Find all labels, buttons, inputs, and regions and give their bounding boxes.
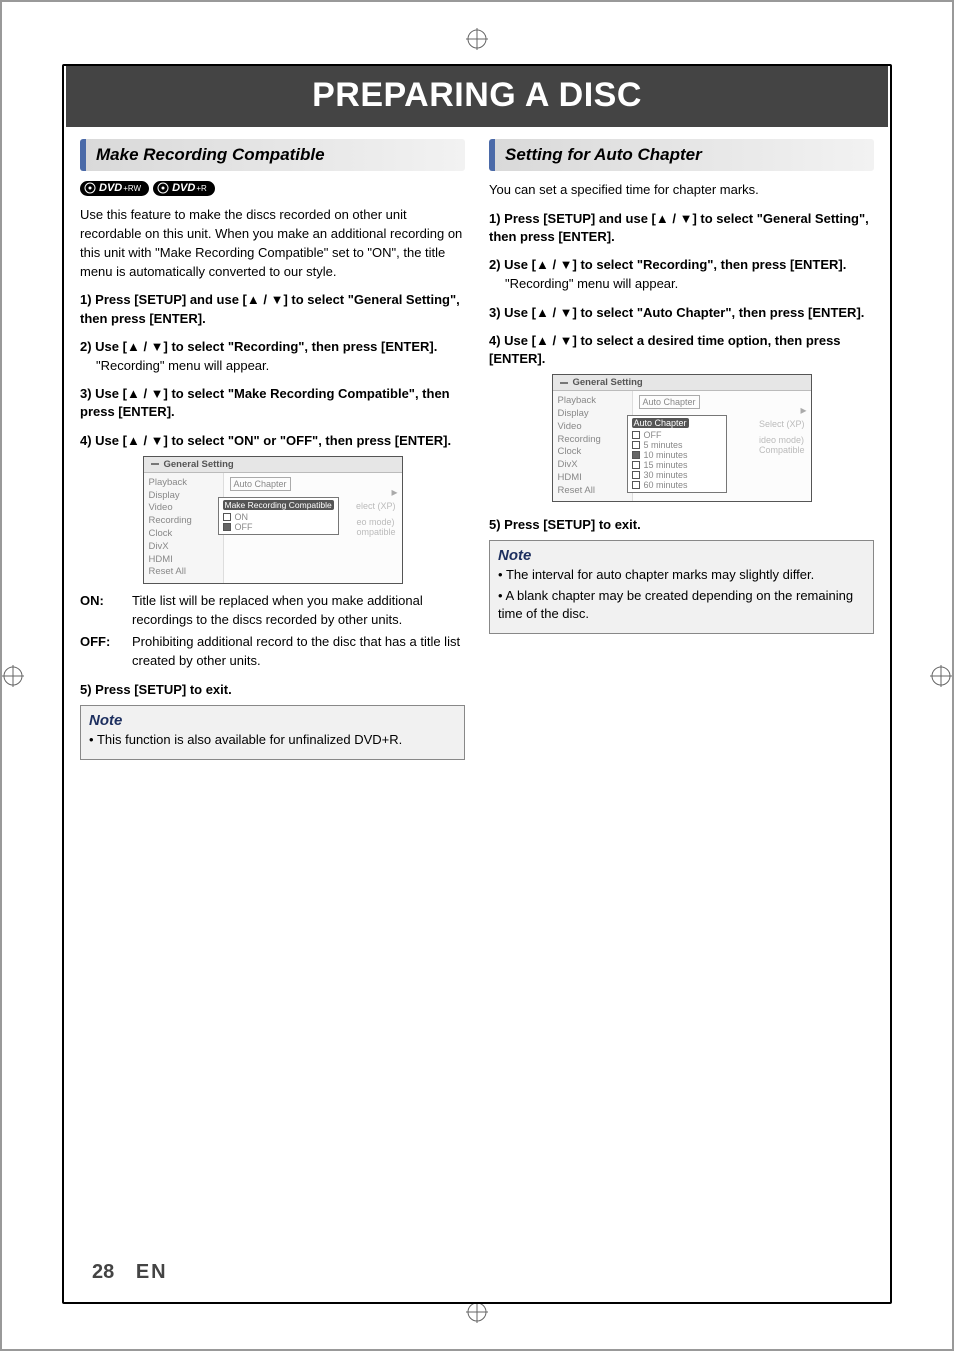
menu-left-list: Playback Display Video Recording Clock D… bbox=[144, 473, 224, 583]
disc-icon bbox=[157, 182, 169, 194]
menu-title-text: General Setting bbox=[573, 377, 643, 388]
heading-auto-chapter: Setting for Auto Chapter bbox=[489, 139, 874, 171]
badge-dvd-r: DVD+R bbox=[153, 181, 215, 196]
note-title: Note bbox=[498, 547, 865, 564]
step-1: 1) Press [SETUP] and use [▲ / ▼] to sele… bbox=[489, 210, 874, 246]
step-1: 1) Press [SETUP] and use [▲ / ▼] to sele… bbox=[80, 291, 465, 327]
step-2: 2) Use [▲ / ▼] to select "Recording", th… bbox=[80, 338, 465, 356]
step-3: 3) Use [▲ / ▼] to select "Make Recording… bbox=[80, 385, 465, 421]
page-lang: EN bbox=[136, 1261, 168, 1283]
ghost-text: elect (XP) bbox=[356, 501, 396, 511]
option-off: OFF bbox=[632, 430, 722, 440]
menu-item: Display bbox=[149, 490, 218, 503]
menu-item: HDMI bbox=[149, 554, 218, 567]
menu-screenshot-left: General Setting Playback Display Video R… bbox=[143, 456, 403, 584]
crop-mark-top bbox=[466, 28, 488, 50]
definition-list: ON: Title list will be replaced when you… bbox=[80, 592, 465, 671]
option-15: 15 minutes bbox=[632, 460, 722, 470]
ghost-text: Select (XP) bbox=[759, 419, 805, 429]
menu-item: DivX bbox=[149, 541, 218, 554]
menu-right-label: Auto Chapter bbox=[230, 477, 291, 491]
menu-item: Clock bbox=[558, 446, 627, 459]
menu-right-label: Auto Chapter bbox=[639, 395, 700, 409]
menu-screenshot-right: General Setting Playback Display Video R… bbox=[552, 374, 812, 502]
menu-title-text: General Setting bbox=[164, 459, 234, 470]
menu-item: Recording bbox=[558, 434, 627, 447]
menu-item: Display bbox=[558, 408, 627, 421]
wrench-icon bbox=[150, 459, 160, 469]
step-2: 2) Use [▲ / ▼] to select "Recording", th… bbox=[489, 256, 874, 274]
disc-icon bbox=[84, 182, 96, 194]
note-title: Note bbox=[89, 712, 456, 729]
step-2-sub: "Recording" menu will appear. bbox=[505, 275, 874, 293]
option-30: 30 minutes bbox=[632, 470, 722, 480]
step-4: 4) Use [▲ / ▼] to select "ON" or "OFF", … bbox=[80, 432, 465, 450]
popup-title: Make Recording Compatible bbox=[223, 500, 334, 510]
step-5: 5) Press [SETUP] to exit. bbox=[80, 681, 465, 699]
menu-item: Reset All bbox=[558, 485, 627, 498]
intro-text: Use this feature to make the discs recor… bbox=[80, 206, 465, 281]
heading-make-recording-compatible: Make Recording Compatible bbox=[80, 139, 465, 171]
option-10: 10 minutes bbox=[632, 450, 722, 460]
page-footer: 28 EN bbox=[92, 1261, 168, 1284]
step-2-sub: "Recording" menu will appear. bbox=[96, 357, 465, 375]
menu-item: Playback bbox=[558, 395, 627, 408]
step-5: 5) Press [SETUP] to exit. bbox=[489, 516, 874, 534]
option-60: 60 minutes bbox=[632, 480, 722, 490]
popup-title: Auto Chapter bbox=[632, 418, 689, 428]
step-4: 4) Use [▲ / ▼] to select a desired time … bbox=[489, 332, 874, 368]
note-box-left: Note This function is also available for… bbox=[80, 705, 465, 760]
page-title: PREPARING A DISC bbox=[66, 66, 888, 127]
menu-item: Reset All bbox=[149, 566, 218, 579]
note-item: The interval for auto chapter marks may … bbox=[498, 566, 865, 584]
note-box-right: Note The interval for auto chapter marks… bbox=[489, 540, 874, 634]
def-term-off: OFF: bbox=[80, 633, 132, 671]
option-5: 5 minutes bbox=[632, 440, 722, 450]
def-text-off: Prohibiting additional record to the dis… bbox=[132, 633, 465, 671]
menu-item: Recording bbox=[149, 515, 218, 528]
right-column: Setting for Auto Chapter You can set a s… bbox=[489, 139, 874, 760]
def-term-on: ON: bbox=[80, 592, 132, 630]
menu-title: General Setting bbox=[144, 457, 402, 473]
crop-mark-left bbox=[2, 665, 24, 687]
chevron-right-icon: ▸ bbox=[391, 485, 397, 499]
page-number: 28 bbox=[92, 1261, 114, 1283]
ghost-text: ideo mode)Compatible bbox=[759, 435, 805, 455]
menu-item: Clock bbox=[149, 528, 218, 541]
wrench-icon bbox=[559, 378, 569, 388]
step-3: 3) Use [▲ / ▼] to select "Auto Chapter",… bbox=[489, 304, 874, 322]
note-item: This function is also available for unfi… bbox=[89, 731, 456, 749]
def-text-on: Title list will be replaced when you mak… bbox=[132, 592, 465, 630]
menu-item: Video bbox=[149, 502, 218, 515]
option-on: ON bbox=[223, 512, 334, 522]
menu-item: Video bbox=[558, 421, 627, 434]
intro-text: You can set a specified time for chapter… bbox=[489, 181, 874, 200]
menu-left-list: Playback Display Video Recording Clock D… bbox=[553, 391, 633, 501]
crop-mark-right bbox=[930, 665, 952, 687]
option-off: OFF bbox=[223, 522, 334, 532]
left-column: Make Recording Compatible DVD+RW DVD+R U… bbox=[80, 139, 465, 760]
menu-item: HDMI bbox=[558, 472, 627, 485]
note-item: A blank chapter may be created depending… bbox=[498, 587, 865, 623]
badge-dvd-rw: DVD+RW bbox=[80, 181, 149, 196]
ghost-text: eo mode)ompatible bbox=[356, 517, 395, 537]
menu-title: General Setting bbox=[553, 375, 811, 391]
menu-item: DivX bbox=[558, 459, 627, 472]
disc-badges: DVD+RW DVD+R bbox=[80, 181, 465, 196]
chevron-right-icon: ▸ bbox=[800, 403, 806, 417]
crop-mark-bottom bbox=[466, 1301, 488, 1323]
menu-item: Playback bbox=[149, 477, 218, 490]
